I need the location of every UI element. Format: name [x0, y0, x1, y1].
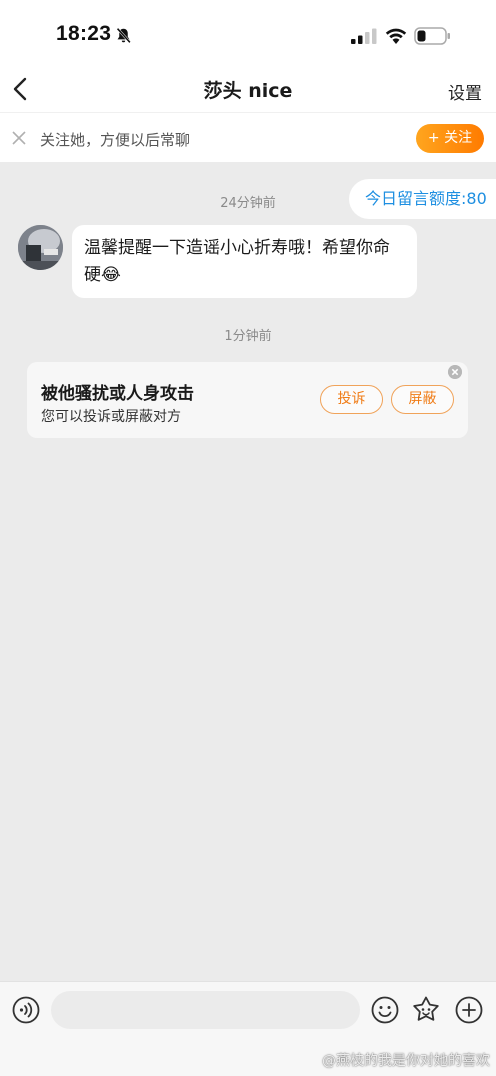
wifi-icon [385, 28, 407, 44]
follow-banner: 关注她，方便以后常聊 + 关注 [0, 112, 496, 162]
bell-off-icon [116, 27, 131, 44]
close-icon[interactable] [12, 131, 26, 145]
message-bubble: 温馨提醒一下造谣小心折寿哦！希望你命硬😂 [72, 225, 417, 298]
message-timestamp: 24分钟前 [220, 196, 276, 211]
nav-bar: 莎头 nice 设置 [0, 66, 496, 112]
follow-button[interactable]: + 关注 [416, 124, 484, 153]
report-card-title: 被他骚扰或人身攻击 [41, 384, 194, 404]
follow-prompt-text: 关注她，方便以后常聊 [40, 131, 191, 149]
block-button[interactable]: 屏蔽 [391, 385, 454, 414]
message-input[interactable] [51, 991, 360, 1029]
plus-icon[interactable] [455, 996, 483, 1024]
settings-button[interactable]: 设置 [448, 79, 482, 104]
status-bar: 18:23 [0, 0, 496, 66]
close-icon[interactable] [448, 365, 462, 379]
status-time: 18:23 [56, 22, 112, 45]
voice-icon[interactable] [12, 996, 40, 1024]
complain-button[interactable]: 投诉 [320, 385, 383, 414]
report-timestamp: 1分钟前 [224, 329, 272, 344]
battery-icon [414, 27, 450, 45]
watermark: @燕枝的我是你对她的喜欢 [322, 1053, 490, 1069]
emoji-icon[interactable] [371, 996, 399, 1024]
cellular-signal-icon [351, 28, 377, 44]
report-card-subtitle: 您可以投诉或屏蔽对方 [41, 409, 181, 425]
sticker-icon[interactable] [411, 995, 441, 1025]
harassment-report-card: 被他骚扰或人身攻击 您可以投诉或屏蔽对方 投诉 屏蔽 [27, 362, 468, 438]
page-title: 莎头 nice [203, 80, 293, 102]
avatar[interactable] [18, 225, 63, 270]
